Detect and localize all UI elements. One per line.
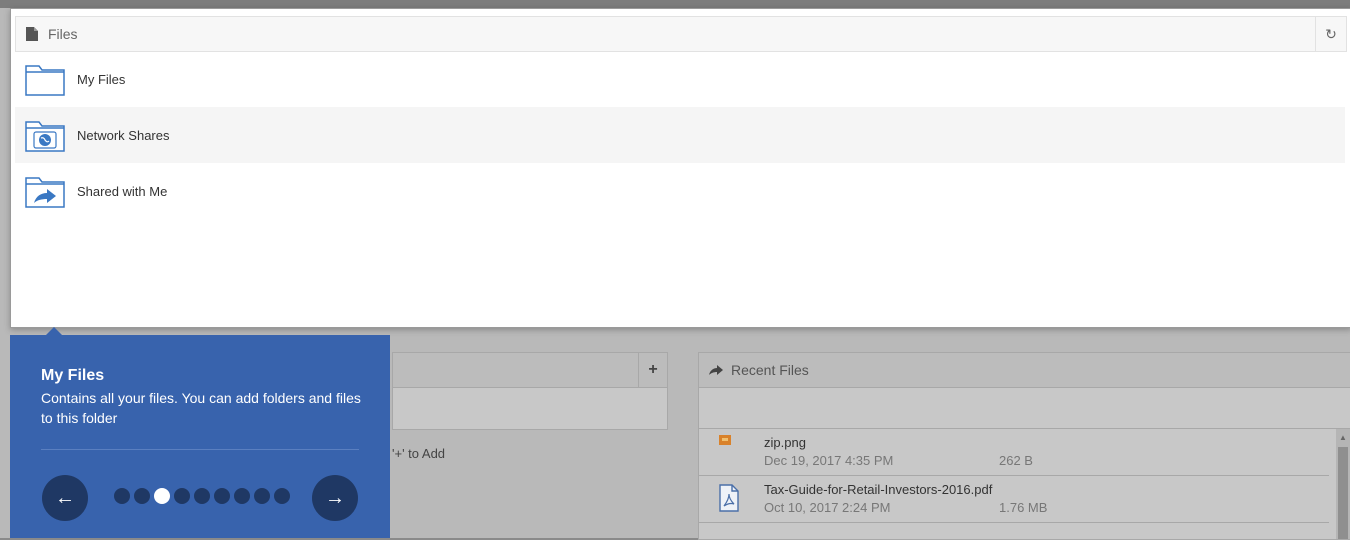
tour-title: My Files xyxy=(41,367,105,384)
scrollbar-thumb[interactable] xyxy=(1338,447,1348,539)
files-header: Files ↻ xyxy=(15,16,1347,52)
tour-step-dot[interactable] xyxy=(174,488,190,504)
tour-step-dot[interactable] xyxy=(214,488,230,504)
tour-popover: My Files Contains all your files. You ca… xyxy=(10,327,390,538)
tour-next-button[interactable]: → xyxy=(312,475,358,521)
tour-description: Contains all your files. You can add fol… xyxy=(41,390,361,426)
top-bar xyxy=(0,0,1350,8)
shared-folder-icon xyxy=(25,177,65,208)
recent-files-scrollbar[interactable]: ▲ xyxy=(1336,429,1350,539)
tour-prev-button[interactable]: ← xyxy=(42,475,88,521)
recent-files-panel: Recent Files zip.png Dec 19, 2017 4:35 P… xyxy=(698,352,1350,540)
files-title: Files xyxy=(48,26,78,42)
tour-step-dot[interactable] xyxy=(254,488,270,504)
recent-file-size: 1.76 MB xyxy=(999,500,1048,515)
recent-file-date: Dec 19, 2017 4:35 PM xyxy=(764,453,894,468)
pdf-file-icon xyxy=(719,484,739,512)
tour-step-dot[interactable] xyxy=(194,488,210,504)
tour-step-dot[interactable] xyxy=(114,488,130,504)
files-panel: Files ↻ My Files Network Shares Shared w… xyxy=(10,8,1350,328)
tour-divider xyxy=(41,449,359,450)
tour-step-dot[interactable] xyxy=(134,488,150,504)
recent-file-name: zip.png xyxy=(764,435,806,450)
share-arrow-icon xyxy=(709,365,723,375)
tour-step-dot-active[interactable] xyxy=(154,488,170,504)
image-file-icon xyxy=(719,435,731,445)
folder-shared-with-me[interactable]: Shared with Me xyxy=(15,163,1345,219)
recent-file-name: Tax-Guide-for-Retail-Investors-2016.pdf xyxy=(764,482,993,497)
left-panel-header xyxy=(393,353,667,388)
recent-files-header: Recent Files xyxy=(699,353,1350,388)
tour-pointer xyxy=(46,327,62,335)
folder-label: My Files xyxy=(77,71,126,87)
refresh-button[interactable]: ↻ xyxy=(1315,17,1346,51)
folder-icon xyxy=(25,65,65,96)
network-folder-icon xyxy=(25,121,65,152)
scroll-up-icon[interactable]: ▲ xyxy=(1339,433,1347,442)
tour-step-dot[interactable] xyxy=(234,488,250,504)
background-left-panel: + xyxy=(392,352,668,430)
tour-step-dot[interactable] xyxy=(274,488,290,504)
add-hint-text: '+' to Add xyxy=(392,446,446,461)
recent-file-size: 262 B xyxy=(999,453,1033,468)
recent-file-row[interactable]: zip.png Dec 19, 2017 4:35 PM 262 B xyxy=(699,429,1329,476)
recent-file-row[interactable]: Tax-Guide-for-Retail-Investors-2016.pdf … xyxy=(699,476,1329,523)
folder-my-files[interactable]: My Files xyxy=(15,51,1345,107)
refresh-icon: ↻ xyxy=(1325,25,1337,42)
file-icon xyxy=(26,27,38,41)
folder-label: Shared with Me xyxy=(77,183,168,199)
folder-label: Network Shares xyxy=(77,127,170,143)
recent-files-title: Recent Files xyxy=(731,362,809,378)
recent-file-date: Oct 10, 2017 2:24 PM xyxy=(764,500,891,515)
tour-step-dots xyxy=(114,488,290,504)
recent-files-filter xyxy=(699,388,1350,429)
add-button[interactable]: + xyxy=(638,353,667,387)
folder-network-shares[interactable]: Network Shares xyxy=(15,107,1345,163)
